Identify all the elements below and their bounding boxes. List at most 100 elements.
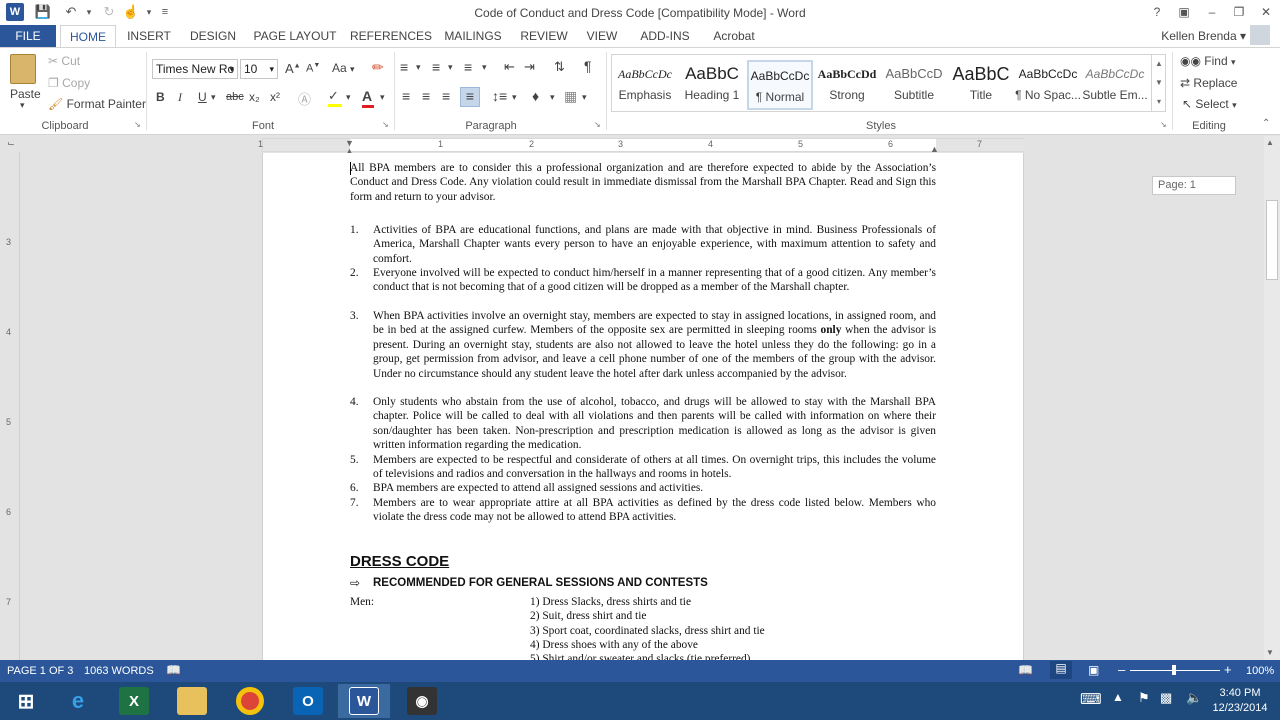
- format-painter-button[interactable]: 🖌 Format Painter: [48, 97, 146, 111]
- superscript-button[interactable]: x²: [270, 90, 280, 104]
- align-right-icon[interactable]: ≡: [442, 88, 450, 104]
- tab-home[interactable]: HOME: [60, 25, 116, 47]
- font-color-icon[interactable]: A: [362, 88, 374, 108]
- shrink-font-button[interactable]: A▼: [306, 62, 320, 75]
- clock-time[interactable]: 3:40 PM: [1212, 687, 1268, 699]
- zoom-slider-thumb[interactable]: [1172, 665, 1176, 675]
- style-emphasis[interactable]: AaBbCcDc Emphasis: [612, 60, 678, 110]
- clear-formatting-icon[interactable]: ✏: [372, 59, 384, 76]
- select-button[interactable]: ↖ Select ▾: [1182, 97, 1237, 111]
- text-effects-icon[interactable]: Ⓐ: [298, 89, 311, 108]
- align-center-icon[interactable]: ≡: [422, 88, 430, 104]
- multilevel-dropdown-icon[interactable]: ▾: [482, 62, 487, 73]
- change-case-button[interactable]: Aa ▾: [332, 61, 355, 75]
- underline-dropdown-icon[interactable]: ▾: [211, 92, 216, 103]
- decrease-indent-icon[interactable]: ⇤: [504, 59, 515, 75]
- taskbar-outlook[interactable]: O: [282, 684, 334, 718]
- minimize-button[interactable]: –: [1199, 2, 1225, 22]
- style-heading-1[interactable]: AaBbC Heading 1: [679, 60, 745, 110]
- volume-icon[interactable]: 🔈: [1186, 690, 1202, 706]
- tab-file[interactable]: FILE: [0, 25, 56, 47]
- line-spacing-dropdown-icon[interactable]: ▾: [512, 92, 517, 103]
- font-size-combo[interactable]: 10 ▾: [240, 59, 278, 79]
- scrollbar-thumb[interactable]: [1266, 200, 1278, 280]
- page-count[interactable]: PAGE 1 OF 3: [7, 665, 73, 677]
- paste-button[interactable]: Paste: [10, 87, 41, 101]
- word-count[interactable]: 1063 WORDS: [84, 665, 154, 677]
- style-subtle-emphasis[interactable]: AaBbCcDc Subtle Em...: [1082, 60, 1148, 110]
- style-subtitle[interactable]: AaBbCcD Subtitle: [881, 60, 947, 110]
- taskbar-word[interactable]: W: [338, 684, 390, 718]
- tab-page-layout[interactable]: PAGE LAYOUT: [252, 25, 338, 47]
- align-left-icon[interactable]: ≡: [402, 88, 410, 104]
- zoom-in-icon[interactable]: +: [1224, 662, 1232, 677]
- shading-dropdown-icon[interactable]: ▾: [550, 92, 555, 103]
- taskbar-excel[interactable]: X: [108, 684, 160, 718]
- paragraph-launcher-icon[interactable]: ↘: [594, 120, 601, 129]
- horizontal-ruler[interactable]: [262, 138, 1024, 152]
- grow-font-button[interactable]: A▲: [285, 61, 301, 76]
- read-mode-icon[interactable]: 📖: [1018, 663, 1033, 677]
- increase-indent-icon[interactable]: ⇥: [524, 59, 535, 75]
- clock-date[interactable]: 12/23/2014: [1212, 702, 1268, 714]
- bullets-icon[interactable]: ≡: [400, 59, 408, 75]
- style-title[interactable]: AaBbC Title: [948, 60, 1014, 110]
- clipboard-launcher-icon[interactable]: ↘: [134, 120, 141, 129]
- tab-add-ins[interactable]: ADD-INS: [634, 25, 696, 47]
- keyboard-icon[interactable]: ⌨: [1080, 690, 1102, 708]
- tray-overflow-icon[interactable]: ▲: [1112, 690, 1124, 704]
- sort-icon[interactable]: ⇅: [554, 59, 565, 75]
- bold-button[interactable]: B: [156, 90, 165, 104]
- close-button[interactable]: ✕: [1253, 2, 1279, 22]
- styles-launcher-icon[interactable]: ↘: [1160, 120, 1167, 129]
- borders-dropdown-icon[interactable]: ▾: [582, 92, 587, 103]
- subscript-button[interactable]: x₂: [249, 90, 260, 104]
- taskbar-explorer[interactable]: [166, 684, 218, 718]
- zoom-out-icon[interactable]: –: [1118, 662, 1125, 677]
- numbering-dropdown-icon[interactable]: ▾: [448, 62, 453, 73]
- user-name[interactable]: Kellen Brenda ▾: [1150, 25, 1246, 47]
- show-formatting-icon[interactable]: ¶: [584, 58, 592, 74]
- shading-icon[interactable]: ♦: [532, 88, 539, 104]
- replace-button[interactable]: ⇄ Replace: [1180, 76, 1237, 90]
- help-button[interactable]: ?: [1144, 2, 1170, 22]
- tab-design[interactable]: DESIGN: [184, 25, 242, 47]
- web-layout-icon[interactable]: ▣: [1088, 663, 1099, 677]
- taskbar-recorder[interactable]: ◉: [396, 684, 448, 718]
- strikethrough-button[interactable]: abc: [226, 91, 244, 103]
- highlight-icon[interactable]: ✓: [328, 88, 342, 107]
- tab-mailings[interactable]: MAILINGS: [440, 25, 506, 47]
- tab-review[interactable]: REVIEW: [516, 25, 572, 47]
- vertical-ruler[interactable]: [4, 152, 20, 660]
- highlight-dropdown-icon[interactable]: ▾: [346, 92, 351, 103]
- font-name-combo[interactable]: Times New Ro ▾: [152, 59, 238, 79]
- cut-button[interactable]: ✂ Cut: [48, 54, 80, 68]
- start-button[interactable]: ⊞: [0, 684, 52, 718]
- ribbon-display-options-button[interactable]: ▣: [1171, 2, 1197, 22]
- tab-references[interactable]: REFERENCES: [350, 25, 432, 47]
- taskbar-chrome[interactable]: [224, 684, 276, 718]
- tab-selector[interactable]: ⌙: [0, 138, 22, 152]
- multilevel-list-icon[interactable]: ≡: [464, 59, 472, 75]
- paste-dropdown-icon[interactable]: ▾: [20, 100, 25, 111]
- line-spacing-icon[interactable]: ↕≡: [492, 88, 507, 104]
- paste-icon[interactable]: [10, 54, 36, 84]
- user-avatar[interactable]: [1250, 25, 1270, 45]
- taskbar-ie[interactable]: e: [52, 684, 104, 718]
- zoom-level[interactable]: 100%: [1246, 665, 1274, 677]
- italic-button[interactable]: I: [178, 90, 182, 105]
- tab-view[interactable]: VIEW: [580, 25, 624, 47]
- copy-button[interactable]: ❐ Copy: [48, 76, 90, 90]
- find-button[interactable]: ◉◉ Find ▾: [1180, 54, 1236, 68]
- font-color-dropdown-icon[interactable]: ▾: [380, 92, 385, 103]
- underline-button[interactable]: U: [198, 90, 207, 104]
- restore-button[interactable]: ❐: [1226, 2, 1252, 22]
- style-strong[interactable]: AaBbCcDd Strong: [814, 60, 880, 110]
- numbering-icon[interactable]: ≡: [432, 59, 440, 75]
- collapse-ribbon-icon[interactable]: ⌃: [1262, 118, 1270, 129]
- flag-icon[interactable]: ⚑: [1138, 690, 1150, 706]
- scroll-down-icon[interactable]: ▼: [1266, 648, 1274, 657]
- style-no-spacing[interactable]: AaBbCcDc ¶ No Spac...: [1015, 60, 1081, 110]
- font-launcher-icon[interactable]: ↘: [382, 120, 389, 129]
- borders-icon[interactable]: ▦: [564, 88, 577, 105]
